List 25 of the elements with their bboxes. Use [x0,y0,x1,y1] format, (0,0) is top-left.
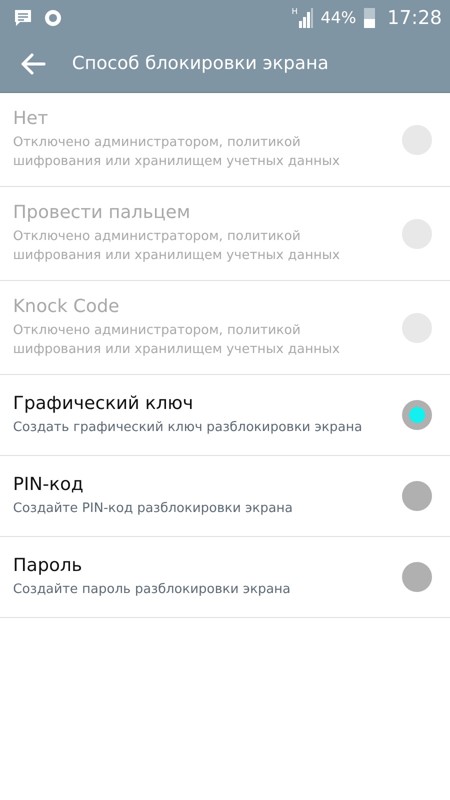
battery-percent: 44% [320,8,356,27]
radio-button[interactable] [402,400,432,430]
option-summary: Создать графический ключ разблокировки экрана [13,418,362,437]
option-title: Knock Code [13,295,120,319]
screen-title: Способ блокировки экрана [72,53,329,74]
option-title: Нет [13,107,50,131]
option-summary: Создайте пароль разблокировки экрана [13,580,291,599]
option-title: PIN-код [13,473,84,497]
option-summary: Отключено администратором, политикой шифрования или хранилищем учетных данных [13,322,341,359]
option-title: Провести пальцем [13,201,192,225]
option-row[interactable]: PIN-код Создайте PIN-код разблокировки экрана [0,456,450,537]
battery-icon [364,8,376,28]
option-summary: Отключено администратором, политикой шифрования или хранилищем учетных данных [13,228,341,265]
option-title: Пароль [13,554,84,578]
radio-button[interactable] [402,562,432,592]
option-summary: Отключено администратором, политикой шифрования или хранилищем учетных данных [13,134,341,171]
option-title: Графический ключ [13,392,194,416]
option-row[interactable]: Графический ключ Создать графический ключ разблокировки экрана [0,375,450,456]
radio-button[interactable] [402,481,432,511]
option-summary: Создайте PIN-код разблокировки экрана [13,500,293,518]
option-row[interactable]: Пароль Создайте пароль разблокировки экрана [0,537,450,618]
network-type: H [292,8,298,16]
message-icon [14,8,32,26]
signal-icon [298,8,313,28]
clock: 17:28 [387,6,442,28]
